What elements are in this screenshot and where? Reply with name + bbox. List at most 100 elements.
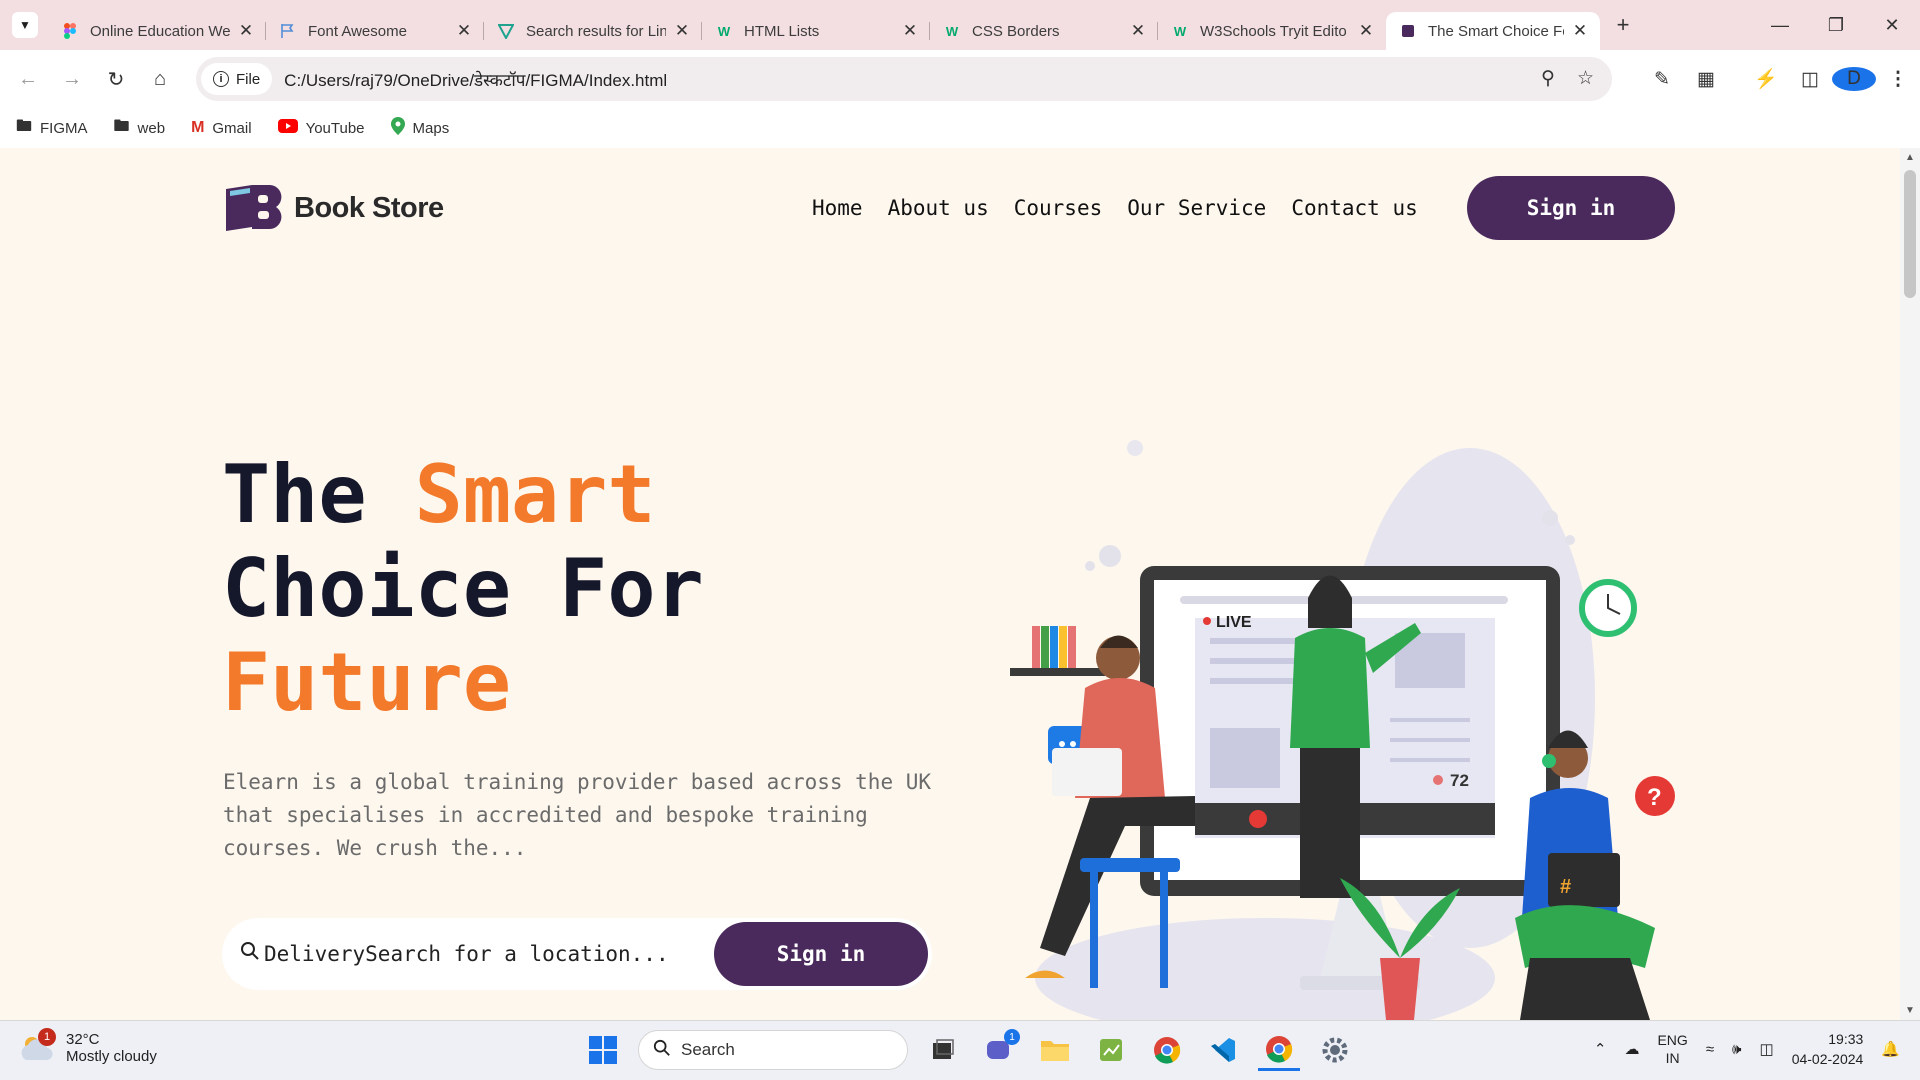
taskbar-apps: Search 1 <box>582 1029 1356 1071</box>
forward-icon[interactable]: → <box>50 68 94 91</box>
tab-smart-choice[interactable]: The Smart Choice Fo ✕ <box>1386 12 1600 50</box>
viewer-count: 72 <box>1450 771 1469 790</box>
profile-button[interactable]: D <box>1832 67 1876 91</box>
chrome-icon[interactable] <box>1146 1029 1188 1071</box>
cloud-icon: 1 <box>20 1028 56 1064</box>
bookmark-maps[interactable]: Maps <box>390 116 449 140</box>
minimize-icon[interactable]: — <box>1752 0 1808 50</box>
tab-online-education[interactable]: Online Education We ✕ <box>48 12 266 50</box>
avatar: D <box>1832 67 1876 91</box>
file-explorer-icon[interactable] <box>1034 1029 1076 1071</box>
scroll-up-icon[interactable]: ▲ <box>1905 152 1915 163</box>
tab-title: HTML Lists <box>744 22 820 40</box>
tab-title: Font Awesome <box>308 22 407 40</box>
restore-icon[interactable]: ❐ <box>1808 0 1864 50</box>
bookmark-label: Gmail <box>212 119 252 137</box>
page-viewport: Book Store Home About us Courses Our Ser… <box>0 148 1900 1020</box>
bookmarks-bar: 🖿 FIGMA 🖿 web M Gmail YouTube Maps <box>0 108 1920 148</box>
home-icon[interactable]: ⌂ <box>138 68 182 91</box>
close-icon[interactable]: ✕ <box>1128 21 1148 41</box>
close-icon[interactable]: ✕ <box>1570 21 1590 41</box>
close-icon[interactable]: ✕ <box>454 21 474 41</box>
search-sign-in-button[interactable]: Sign in <box>714 922 928 986</box>
info-icon: i <box>213 71 229 87</box>
window-controls: — ❐ ✕ <box>1752 0 1920 50</box>
header-sign-in-button[interactable]: Sign in <box>1467 176 1675 240</box>
chevron-up-icon[interactable]: ⌃ <box>1594 1040 1607 1058</box>
eyedropper-icon[interactable]: ✎ <box>1640 68 1684 91</box>
side-panel-icon[interactable]: ◫ <box>1788 68 1832 91</box>
scrollbar-thumb[interactable] <box>1904 170 1916 298</box>
book-logo-icon <box>224 183 284 233</box>
bookmark-star-icon[interactable]: ☆ <box>1577 67 1594 90</box>
teams-chat-icon[interactable]: 1 <box>978 1029 1020 1071</box>
gmail-icon: M <box>191 119 205 136</box>
nav-home[interactable]: Home <box>812 196 863 220</box>
battery-icon[interactable]: ◫ <box>1760 1040 1774 1058</box>
bookmark-figma[interactable]: 🖿 FIGMA <box>16 115 88 142</box>
language-indicator[interactable]: ENG IN <box>1657 1031 1687 1067</box>
svg-text:?: ? <box>1647 784 1662 811</box>
back-icon[interactable]: ← <box>6 68 50 91</box>
site-logo[interactable]: Book Store <box>224 183 444 233</box>
onedrive-icon[interactable]: ☁ <box>1624 1040 1639 1058</box>
tab-search-button[interactable]: ▼ <box>12 12 38 38</box>
extensions-icon[interactable]: ▦ <box>1684 68 1728 91</box>
tab-font-awesome[interactable]: Font Awesome ✕ <box>266 12 484 50</box>
clock[interactable]: 19:33 04-02-2024 <box>1792 1029 1864 1069</box>
windows-start-icon[interactable] <box>582 1029 624 1071</box>
close-icon[interactable]: ✕ <box>672 21 692 41</box>
close-icon[interactable]: ✕ <box>236 21 256 41</box>
new-tab-button[interactable]: + <box>1606 12 1640 38</box>
nav-about-us[interactable]: About us <box>888 196 989 220</box>
task-view-icon[interactable] <box>922 1029 964 1071</box>
notification-bell-icon[interactable]: 🔔 <box>1881 1040 1900 1058</box>
tab-title: Online Education We <box>90 22 230 40</box>
bookmark-youtube[interactable]: YouTube <box>277 118 365 138</box>
hero-highlight: Future <box>222 636 511 729</box>
bookmark-web[interactable]: 🖿 web <box>114 115 166 142</box>
nav-contact-us[interactable]: Contact us <box>1291 196 1417 220</box>
url-text[interactable]: C:/Users/raj79/OneDrive/डेस्कटॉप/FIGMA/I… <box>284 68 667 91</box>
menu-icon[interactable]: ⋮ <box>1876 68 1920 91</box>
scroll-down-icon[interactable]: ▼ <box>1905 1005 1915 1016</box>
settings-gear-icon[interactable] <box>1314 1029 1356 1071</box>
site-info-chip[interactable]: i File <box>201 63 273 95</box>
nav-courses[interactable]: Courses <box>1014 196 1103 220</box>
w3schools-icon: W <box>717 23 731 39</box>
close-icon[interactable]: ✕ <box>1356 21 1376 41</box>
taskbar-search[interactable]: Search <box>638 1030 908 1070</box>
time: 19:33 <box>1828 1031 1864 1047</box>
close-icon[interactable]: ✕ <box>900 21 920 41</box>
bookstore-icon <box>1400 23 1416 39</box>
vscode-icon[interactable] <box>1202 1029 1244 1071</box>
bookmark-gmail[interactable]: M Gmail <box>191 119 252 137</box>
browser-tab-bar: ▼ Online Education We ✕ Font Awesome ✕ S… <box>0 0 1920 50</box>
page-scrollbar[interactable]: ▲ ▼ <box>1900 148 1920 1020</box>
temperature: 32°C <box>66 1031 100 1048</box>
search-icon <box>653 1039 671 1062</box>
nav-our-service[interactable]: Our Service <box>1127 196 1266 220</box>
plus-icon: + <box>1616 12 1630 37</box>
vee-icon <box>498 23 514 39</box>
reload-icon[interactable]: ↻ <box>94 67 138 92</box>
address-bar[interactable]: i File C:/Users/raj79/OneDrive/डेस्कटॉप/… <box>196 57 1612 101</box>
tab-html-lists[interactable]: W HTML Lists ✕ <box>702 12 930 50</box>
wifi-icon[interactable]: ≈ <box>1706 1041 1714 1058</box>
main-nav: Home About us Courses Our Service Contac… <box>812 196 1418 220</box>
close-window-icon[interactable]: ✕ <box>1864 0 1920 50</box>
weather-badge: 1 <box>38 1028 56 1046</box>
hero-highlight: Smart <box>414 448 656 541</box>
tab-w3schools-tryit[interactable]: W W3Schools Tryit Edito ✕ <box>1158 12 1386 50</box>
spreadsheet-app-icon[interactable] <box>1090 1029 1132 1071</box>
tab-search-results[interactable]: Search results for Lin ✕ <box>484 12 702 50</box>
bookmark-label: web <box>137 119 166 137</box>
performance-icon[interactable]: ⚡ <box>1744 67 1788 91</box>
chrome-profile-icon[interactable] <box>1258 1029 1300 1071</box>
volume-icon[interactable]: 🕪 <box>1732 1041 1741 1058</box>
tab-css-borders[interactable]: W CSS Borders ✕ <box>930 12 1158 50</box>
location-input[interactable] <box>365 942 706 966</box>
folder-icon: 🖿 <box>16 117 33 135</box>
zoom-icon[interactable]: ⚲ <box>1541 67 1555 90</box>
weather-widget[interactable]: 1 32°C Mostly cloudy <box>20 1028 157 1065</box>
